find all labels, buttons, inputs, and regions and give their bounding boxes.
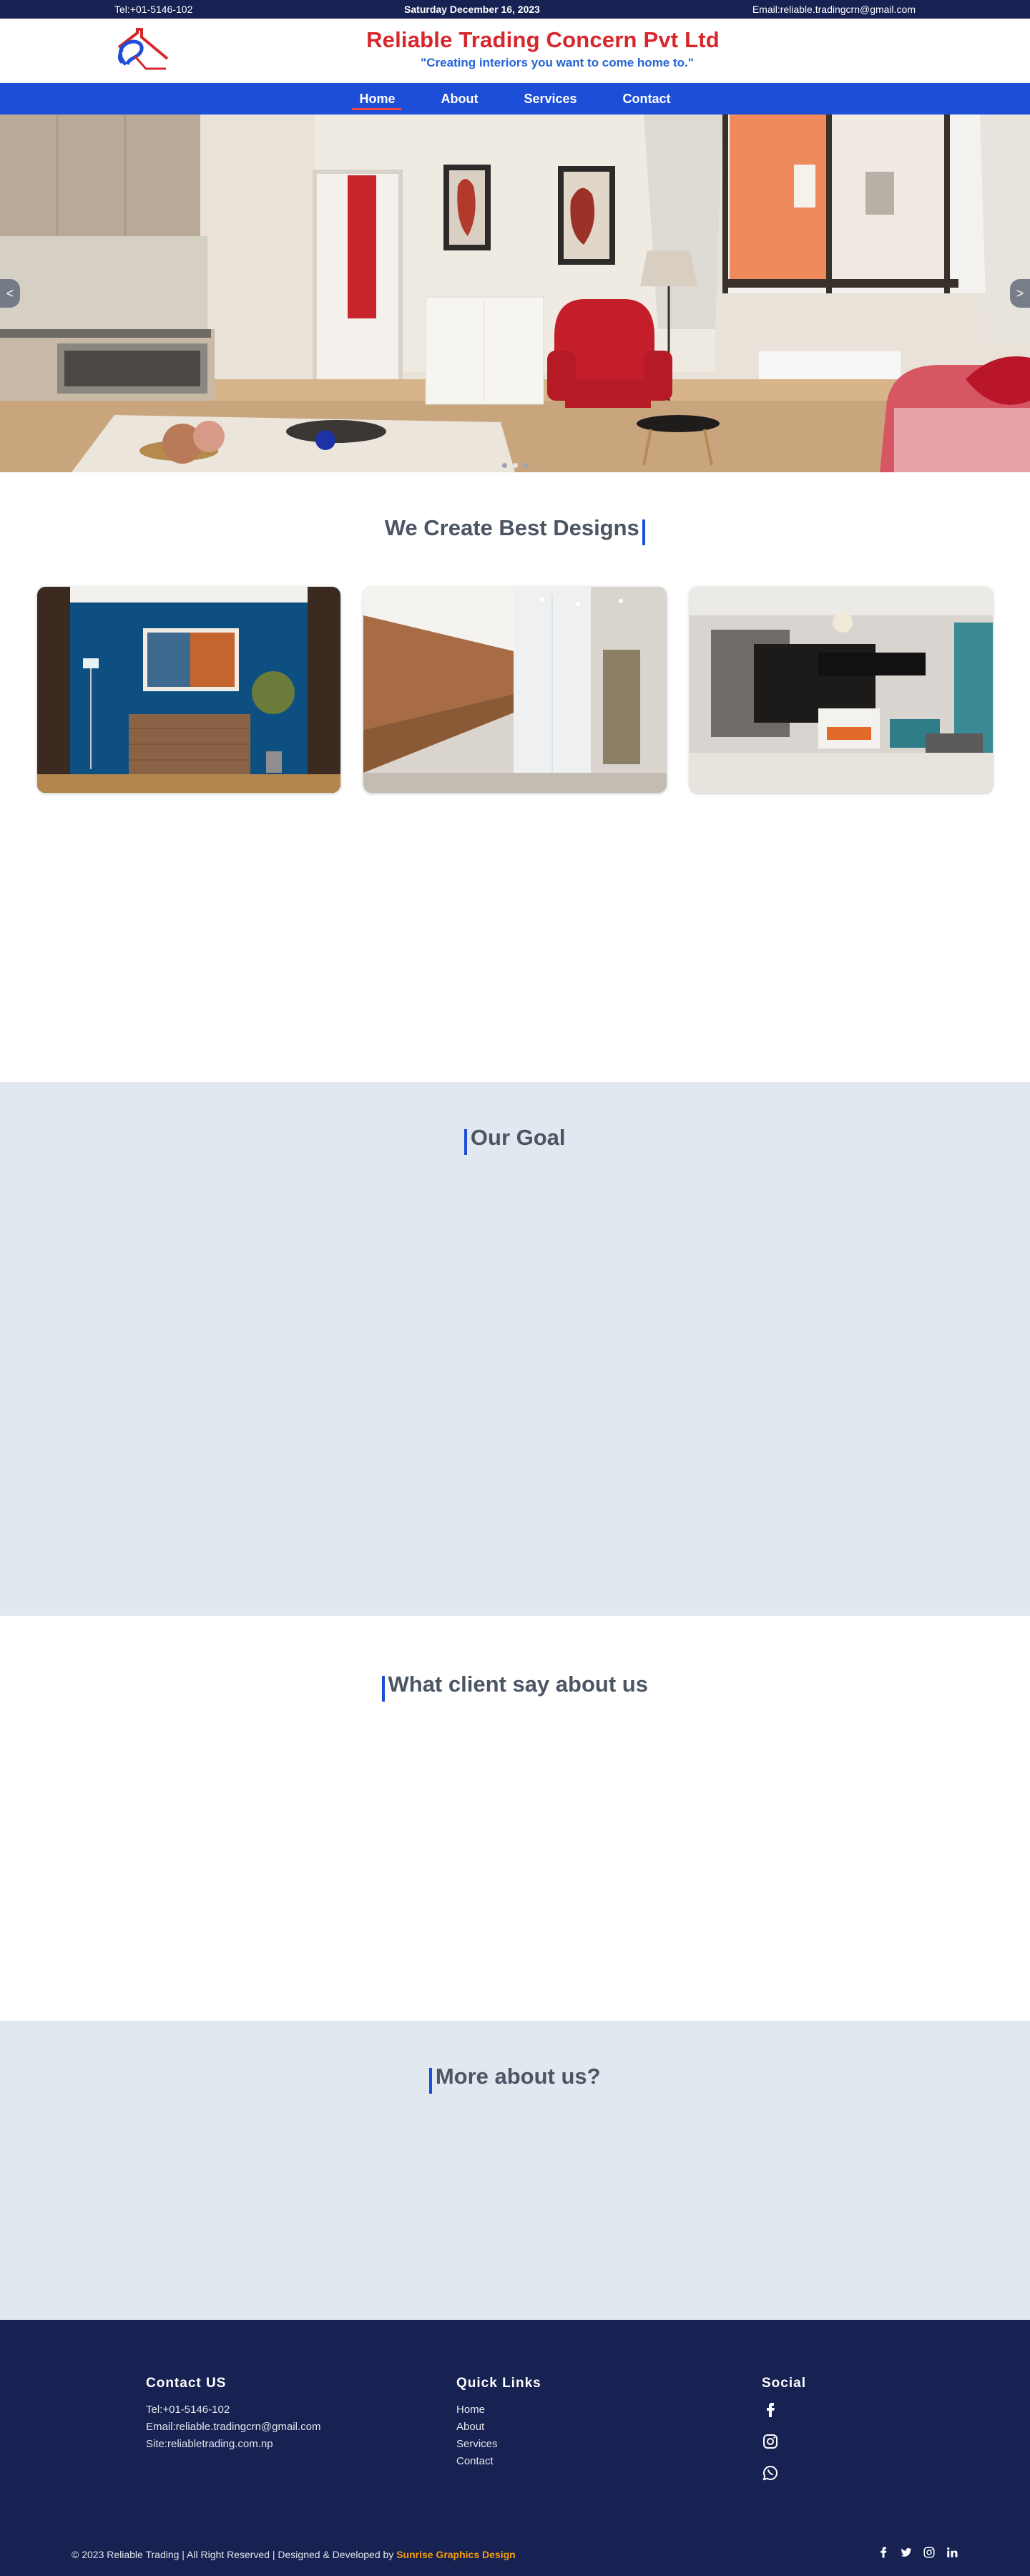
designs-section: We Create Best Designs bbox=[0, 472, 1030, 1082]
brand-block: Reliable Trading Concern Pvt Ltd "Creati… bbox=[0, 27, 1030, 70]
footer-link-services[interactable]: Services bbox=[456, 2436, 541, 2453]
design-card-kitchen[interactable] bbox=[363, 587, 667, 793]
site-header: Reliable Trading Concern Pvt Ltd "Creati… bbox=[0, 19, 1030, 83]
design-cards bbox=[37, 587, 993, 793]
designs-heading-wrap: We Create Best Designs bbox=[0, 515, 1030, 545]
design-card-living-room[interactable] bbox=[37, 587, 340, 793]
developer-link[interactable]: Sunrise Graphics Design bbox=[396, 2549, 516, 2560]
designs-heading: We Create Best Designs bbox=[384, 515, 639, 540]
nav-services[interactable]: Services bbox=[501, 83, 599, 114]
footer-social-title: Social bbox=[762, 2376, 806, 2391]
nav-about[interactable]: About bbox=[418, 83, 501, 114]
copyright: © 2023 Reliable Trading | All Right Rese… bbox=[72, 2549, 516, 2560]
linkedin-icon[interactable] bbox=[946, 2546, 958, 2559]
design-card-lounge[interactable] bbox=[690, 587, 993, 793]
heading-accent-bar bbox=[382, 1675, 386, 1702]
goal-heading-wrap: Our Goal bbox=[0, 1125, 1030, 1155]
facebook-icon[interactable] bbox=[762, 2401, 779, 2419]
more-section: More about us? bbox=[0, 2021, 1030, 2320]
footer-link-about[interactable]: About bbox=[456, 2419, 541, 2436]
hero-carousel: < > bbox=[0, 114, 1030, 472]
testimonials-heading-wrap: What client say about us bbox=[0, 1672, 1030, 1702]
footer-email[interactable]: Email:reliable.tradingcrn@gmail.com bbox=[146, 2419, 320, 2436]
hero-image bbox=[0, 114, 1030, 472]
testimonials-section: What client say about us bbox=[0, 1616, 1030, 2021]
heading-accent-bar bbox=[464, 1128, 468, 1155]
footer-links-title: Quick Links bbox=[456, 2376, 541, 2391]
instagram-icon[interactable] bbox=[923, 2546, 936, 2559]
footer-tel[interactable]: Tel:+01-5146-102 bbox=[146, 2401, 320, 2419]
company-name: Reliable Trading Concern Pvt Ltd bbox=[366, 27, 720, 52]
kitchen-image bbox=[363, 587, 667, 793]
lounge-image bbox=[690, 587, 993, 793]
carousel-indicators bbox=[0, 463, 1030, 468]
main-nav: Home About Services Contact bbox=[0, 83, 1030, 114]
footer-link-home[interactable]: Home bbox=[456, 2401, 541, 2419]
footer-contact-title: Contact US bbox=[146, 2376, 227, 2391]
instagram-icon[interactable] bbox=[762, 2433, 779, 2450]
nav-home[interactable]: Home bbox=[336, 83, 418, 114]
footer-quick-links: Quick Links Home About Services Contact bbox=[456, 2376, 541, 2470]
carousel-prev-button[interactable]: < bbox=[0, 279, 20, 308]
site-footer: Contact US Tel:+01-5146-102 Email:reliab… bbox=[0, 2320, 1030, 2576]
footer-social: Social bbox=[762, 2376, 806, 2482]
topbar-email: Email:reliable.tradingcrn@gmail.com bbox=[752, 4, 916, 15]
carousel-dot-2[interactable] bbox=[512, 463, 518, 468]
carousel-dot-1[interactable] bbox=[501, 463, 507, 468]
living-room-image bbox=[37, 587, 340, 793]
goal-section: Our Goal bbox=[0, 1082, 1030, 1616]
nav-contact[interactable]: Contact bbox=[600, 83, 694, 114]
whatsapp-icon[interactable] bbox=[762, 2464, 779, 2482]
more-heading: More about us? bbox=[435, 2064, 601, 2089]
heading-accent-bar bbox=[429, 2067, 433, 2094]
footer-link-contact[interactable]: Contact bbox=[456, 2453, 541, 2470]
footer-bottom-social bbox=[877, 2546, 958, 2559]
facebook-icon[interactable] bbox=[877, 2546, 890, 2559]
company-tagline: "Creating interiors you want to come hom… bbox=[421, 56, 694, 69]
footer-contact: Contact US Tel:+01-5146-102 Email:reliab… bbox=[146, 2376, 320, 2453]
more-heading-wrap: More about us? bbox=[0, 2064, 1030, 2094]
carousel-next-button[interactable]: > bbox=[1010, 279, 1030, 308]
twitter-icon[interactable] bbox=[900, 2546, 913, 2559]
testimonials-heading: What client say about us bbox=[388, 1672, 648, 1697]
carousel-dot-3[interactable] bbox=[523, 463, 529, 468]
copyright-text: © 2023 Reliable Trading | All Right Rese… bbox=[72, 2549, 394, 2560]
top-bar: Tel:+01-5146-102 Saturday December 16, 2… bbox=[0, 0, 1030, 19]
footer-site[interactable]: Site:reliabletrading.com.np bbox=[146, 2436, 320, 2453]
goal-heading: Our Goal bbox=[470, 1125, 566, 1150]
heading-accent-bar bbox=[642, 519, 646, 545]
